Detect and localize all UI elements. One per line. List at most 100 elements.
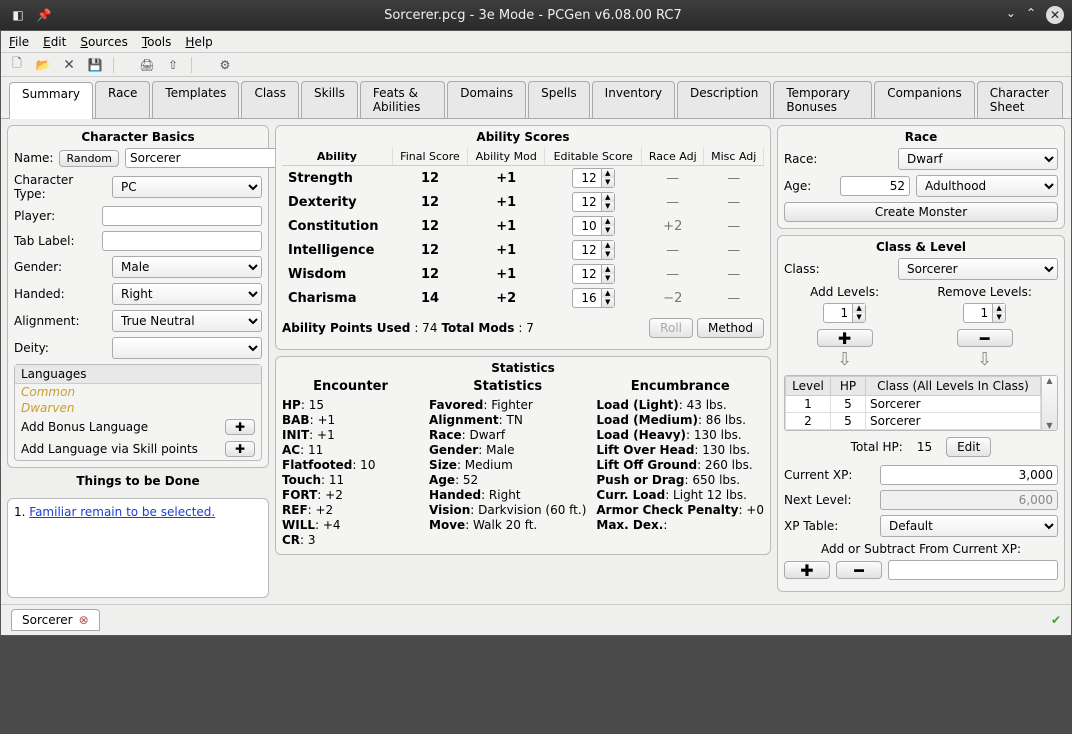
- maximize-icon[interactable]: ⌃: [1026, 6, 1036, 24]
- tab-templates[interactable]: Templates: [152, 81, 239, 118]
- ability-mod: +1: [468, 262, 545, 286]
- remove-level-button[interactable]: ━: [957, 329, 1013, 347]
- age-label: Age:: [784, 179, 834, 193]
- ability-edit-spinner[interactable]: ▲▼: [572, 168, 615, 188]
- table-scrollbar[interactable]: ▲▼: [1041, 376, 1057, 430]
- table-row[interactable]: 25Sorcerer: [786, 413, 1041, 430]
- create-monster-button[interactable]: Create Monster: [784, 202, 1058, 222]
- tab-charsheet[interactable]: Character Sheet: [977, 81, 1063, 118]
- toolbar: 🗋 📂 🗙 💾 🖨 ⇧ ⚙: [1, 53, 1071, 77]
- player-input[interactable]: [102, 206, 262, 226]
- tab-tempbonus[interactable]: Temporary Bonuses: [773, 81, 872, 118]
- tool-prefs-icon[interactable]: ⚙: [217, 57, 233, 73]
- add-bonus-lang-label: Add Bonus Language: [21, 420, 148, 434]
- character-basics-panel: Character Basics Name: Random Character …: [7, 125, 269, 468]
- xp-plus-button[interactable]: ✚: [784, 561, 830, 579]
- edit-hp-button[interactable]: Edit: [946, 437, 991, 457]
- tool-new-icon[interactable]: 🗋: [9, 57, 25, 73]
- race-select[interactable]: Dwarf: [898, 148, 1058, 170]
- menu-tools[interactable]: Tools: [142, 35, 172, 49]
- chartype-select[interactable]: PC: [112, 176, 262, 198]
- add-level-button[interactable]: ✚: [817, 329, 873, 347]
- menu-edit[interactable]: Edit: [43, 35, 66, 49]
- class-level-panel: Class & Level Class: Sorcerer Add Levels…: [777, 235, 1065, 592]
- name-input[interactable]: [125, 148, 285, 168]
- deity-label: Deity:: [14, 341, 106, 355]
- tab-domains[interactable]: Domains: [447, 81, 526, 118]
- tablabel-input[interactable]: [102, 231, 262, 251]
- curxp-label: Current XP:: [784, 468, 874, 482]
- add-bonus-lang-button[interactable]: ✚: [225, 419, 255, 435]
- remove-levels-input[interactable]: [964, 304, 992, 322]
- xp-minus-button[interactable]: ━: [836, 561, 882, 579]
- panel-title: Race: [784, 130, 1058, 144]
- character-tab[interactable]: Sorcerer ⊗: [11, 609, 100, 631]
- ability-mod: +1: [468, 238, 545, 262]
- add-lang-skill-button[interactable]: ✚: [225, 441, 255, 457]
- pin-icon[interactable]: 📌: [34, 5, 54, 25]
- table-row[interactable]: 15Sorcerer: [786, 396, 1041, 413]
- alignment-label: Alignment:: [14, 314, 106, 328]
- xp-adjust-input[interactable]: [888, 560, 1058, 580]
- gender-label: Gender:: [14, 260, 106, 274]
- totalmods-label: Total Mods: [441, 321, 514, 335]
- close-tab-icon[interactable]: ⊗: [79, 613, 89, 627]
- name-label: Name:: [14, 151, 53, 165]
- character-tab-label: Sorcerer: [22, 613, 73, 627]
- totalmods-value: : 7: [518, 321, 534, 335]
- level-table: Level HP Class (All Levels In Class) 15S…: [785, 376, 1041, 430]
- class-select[interactable]: Sorcerer: [898, 258, 1058, 280]
- age-cat-select[interactable]: Adulthood: [916, 175, 1058, 197]
- ability-raceadj: —: [642, 238, 704, 262]
- gender-select[interactable]: Male: [112, 256, 262, 278]
- ability-miscadj: —: [704, 190, 764, 214]
- tab-spells[interactable]: Spells: [528, 81, 590, 118]
- language-item[interactable]: Common: [15, 384, 261, 400]
- ability-mod: +1: [468, 190, 545, 214]
- menu-file[interactable]: File: [9, 35, 29, 49]
- xptable-select[interactable]: Default: [880, 515, 1058, 537]
- tab-companions[interactable]: Companions: [874, 81, 975, 118]
- add-levels-input[interactable]: [824, 304, 852, 322]
- age-input[interactable]: [840, 176, 910, 196]
- menu-sources[interactable]: Sources: [80, 35, 127, 49]
- tab-description[interactable]: Description: [677, 81, 771, 118]
- adjust-xp-label: Add or Subtract From Current XP:: [784, 542, 1058, 556]
- tab-inventory[interactable]: Inventory: [592, 81, 675, 118]
- tool-save-icon[interactable]: 💾: [87, 57, 103, 73]
- random-button[interactable]: Random: [59, 150, 119, 167]
- todo-link[interactable]: Familiar remain to be selected.: [29, 505, 215, 519]
- close-icon[interactable]: ✕: [1046, 6, 1064, 24]
- ability-final: 12: [392, 166, 467, 191]
- ability-edit-spinner[interactable]: ▲▼: [572, 216, 615, 236]
- curxp-input[interactable]: [880, 465, 1058, 485]
- ability-edit-spinner[interactable]: ▲▼: [572, 192, 615, 212]
- minimize-icon[interactable]: ⌄: [1006, 6, 1016, 24]
- menu-help[interactable]: Help: [185, 35, 212, 49]
- ability-edit-spinner[interactable]: ▲▼: [572, 288, 615, 308]
- ability-raceadj: —: [642, 166, 704, 191]
- tool-close-icon[interactable]: 🗙: [61, 57, 77, 73]
- tab-summary[interactable]: Summary: [9, 82, 93, 119]
- handed-select[interactable]: Right: [112, 283, 262, 305]
- tab-race[interactable]: Race: [95, 81, 150, 118]
- ability-edit-spinner[interactable]: ▲▼: [572, 264, 615, 284]
- tab-class[interactable]: Class: [241, 81, 299, 118]
- languages-box: Languages Common Dwarven Add Bonus Langu…: [14, 364, 262, 461]
- tab-feats[interactable]: Feats & Abilities: [360, 81, 445, 118]
- tool-print-icon[interactable]: 🖨: [139, 57, 155, 73]
- deity-select[interactable]: [112, 337, 262, 359]
- ability-raceadj: —: [642, 262, 704, 286]
- ability-raceadj: −2: [642, 286, 704, 310]
- ability-mod: +2: [468, 286, 545, 310]
- ability-name: Dexterity: [282, 190, 392, 214]
- alignment-select[interactable]: True Neutral: [112, 310, 262, 332]
- ability-final: 14: [392, 286, 467, 310]
- tab-skills[interactable]: Skills: [301, 81, 358, 118]
- ability-edit-spinner[interactable]: ▲▼: [572, 240, 615, 260]
- tool-export-icon[interactable]: ⇧: [165, 57, 181, 73]
- tool-open-icon[interactable]: 📂: [35, 57, 51, 73]
- language-item[interactable]: Dwarven: [15, 400, 261, 416]
- method-button[interactable]: Method: [697, 318, 764, 338]
- roll-button: Roll: [649, 318, 693, 338]
